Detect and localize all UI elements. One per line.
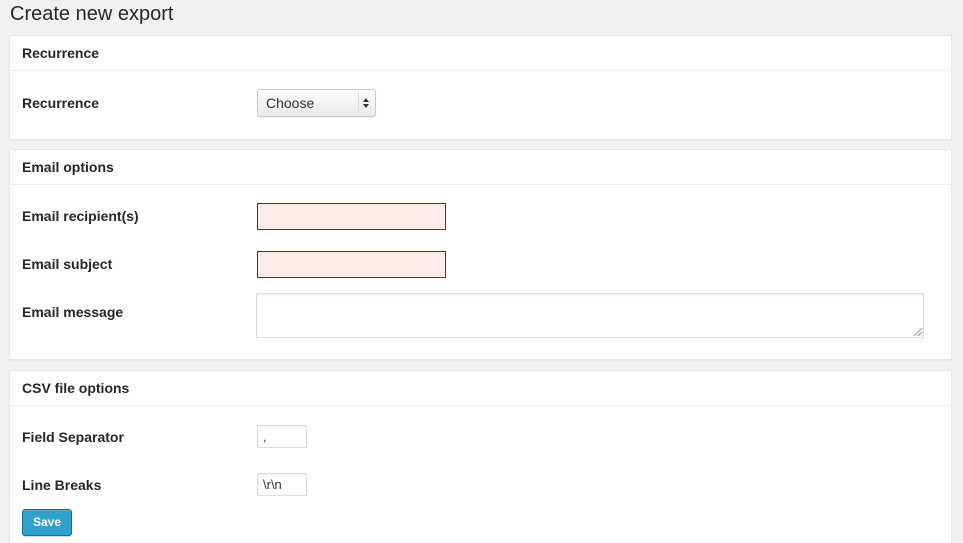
- email-subject-input[interactable]: [257, 251, 446, 278]
- field-separator-label: Field Separator: [22, 429, 124, 445]
- field-separator-input[interactable]: ,: [257, 425, 307, 448]
- email-subject-label: Email subject: [22, 256, 113, 272]
- recurrence-panel-header: Recurrence: [10, 36, 951, 71]
- recurrence-select[interactable]: Choose: [257, 89, 376, 117]
- email-recipients-input[interactable]: [257, 203, 446, 230]
- line-breaks-input[interactable]: \r\n: [257, 473, 307, 496]
- email-options-panel: Email options Email recipient(s) Email s…: [9, 149, 952, 360]
- recurrence-label: Recurrence: [22, 95, 100, 111]
- select-arrows-icon: [361, 90, 371, 116]
- resize-grip-icon[interactable]: [914, 328, 922, 336]
- line-breaks-label: Line Breaks: [22, 477, 102, 493]
- email-message-label: Email message: [22, 304, 124, 320]
- csv-options-panel: CSV file options Field Separator , Line …: [9, 370, 952, 543]
- email-recipients-label: Email recipient(s): [22, 208, 139, 224]
- select-divider: [358, 92, 359, 114]
- recurrence-panel: Recurrence Recurrence Choose: [9, 35, 952, 140]
- page-title: Create new export: [10, 3, 174, 25]
- save-button[interactable]: Save: [22, 509, 72, 536]
- csv-options-panel-header: CSV file options: [10, 371, 951, 406]
- email-message-textarea[interactable]: [256, 293, 924, 338]
- email-options-panel-header: Email options: [10, 150, 951, 185]
- recurrence-select-value: Choose: [266, 95, 315, 111]
